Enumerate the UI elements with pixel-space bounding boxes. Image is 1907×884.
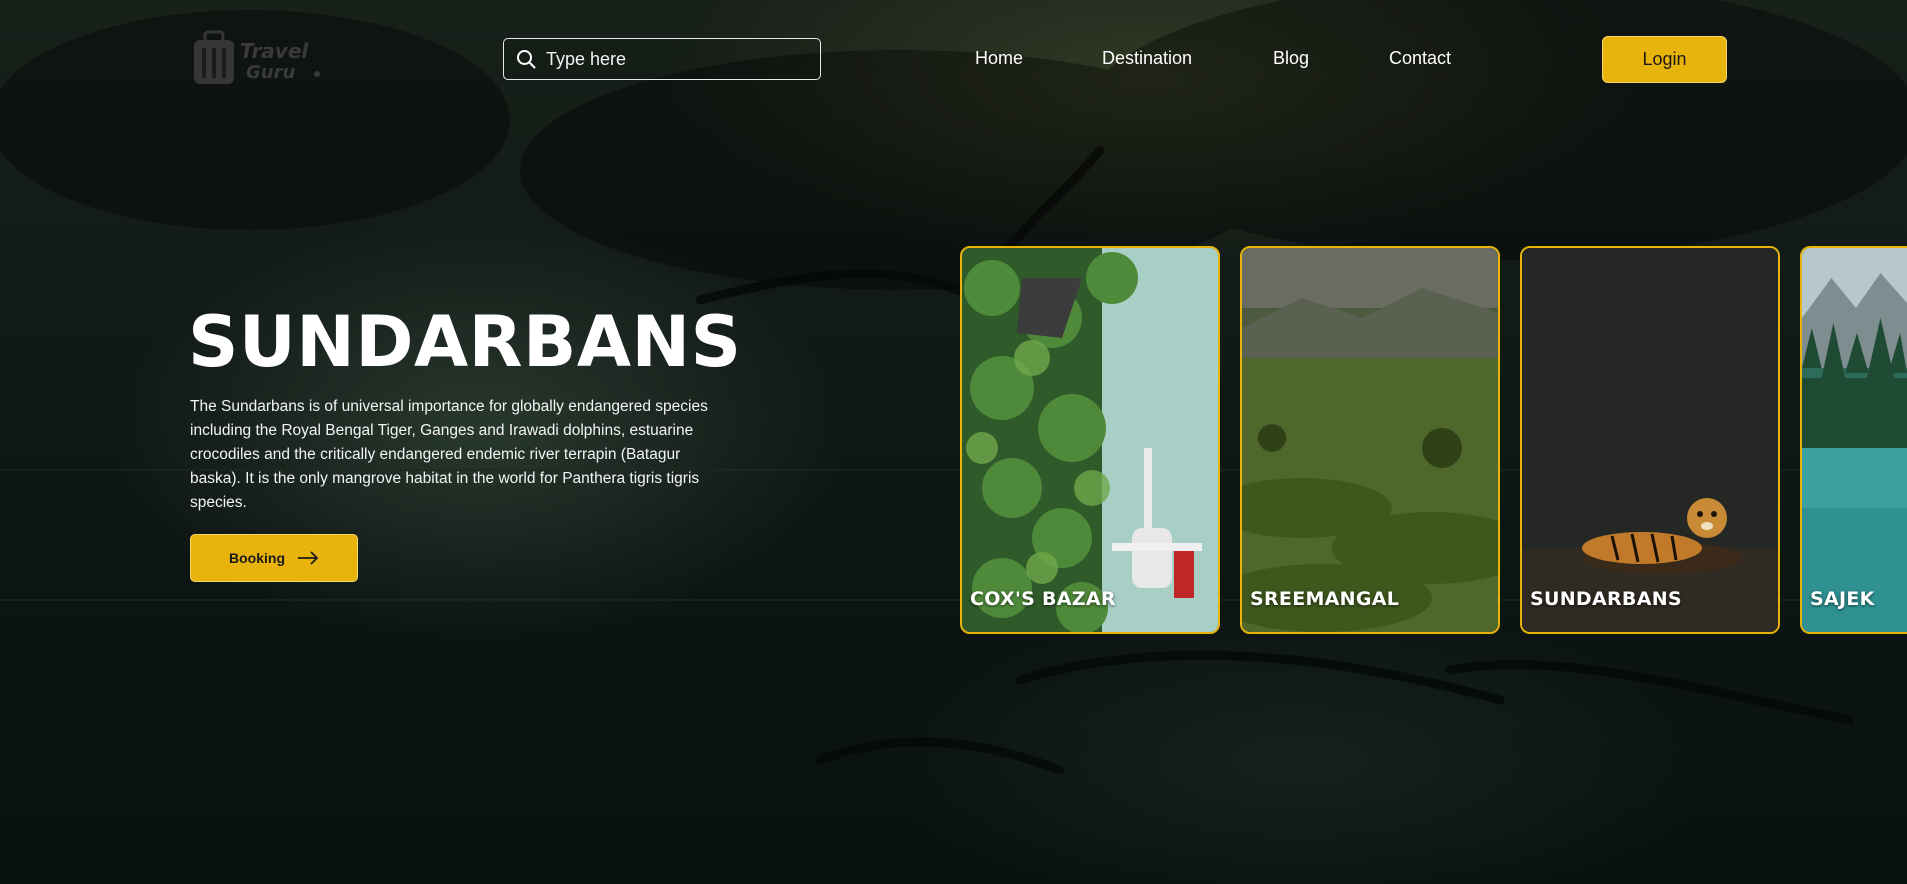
sundarbans-image	[1522, 248, 1778, 632]
nav-contact[interactable]: Contact	[1389, 48, 1451, 69]
search-bar[interactable]	[503, 38, 821, 80]
destination-card-sundarbans[interactable]: SUNDARBANS	[1520, 246, 1780, 634]
nav-blog[interactable]: Blog	[1273, 48, 1309, 69]
booking-button[interactable]: Booking	[190, 534, 358, 582]
booking-label: Booking	[229, 550, 285, 566]
hero-title: SUNDARBANS	[188, 301, 742, 383]
hero-description: The Sundarbans is of universal importanc…	[190, 398, 708, 511]
sajek-image	[1802, 248, 1907, 632]
nav-destination[interactable]: Destination	[1102, 48, 1192, 69]
card-label-sundarbans: SUNDARBANS	[1530, 588, 1682, 610]
card-label-coxs-bazar: COX'S BAZAR	[970, 588, 1116, 610]
coxs-bazar-image	[962, 248, 1218, 632]
sreemangal-image	[1242, 248, 1498, 632]
destination-card-sajek[interactable]: SAJEK	[1800, 246, 1907, 634]
destination-card-sreemangal[interactable]: SREEMANGAL	[1240, 246, 1500, 634]
card-label-sreemangal: SREEMANGAL	[1250, 588, 1400, 610]
logo[interactable]: Travel Guru	[190, 30, 360, 90]
login-button[interactable]: Login	[1602, 36, 1727, 83]
nav-home[interactable]: Home	[975, 48, 1023, 69]
logo-text-guru: Guru	[246, 62, 295, 83]
search-input[interactable]	[544, 38, 820, 80]
logo-text-travel: Travel	[240, 39, 309, 63]
arrow-right-icon	[298, 551, 319, 565]
destination-card-coxs-bazar[interactable]: COX'S BAZAR	[960, 246, 1220, 634]
card-label-sajek: SAJEK	[1810, 588, 1875, 610]
search-icon	[517, 50, 536, 69]
